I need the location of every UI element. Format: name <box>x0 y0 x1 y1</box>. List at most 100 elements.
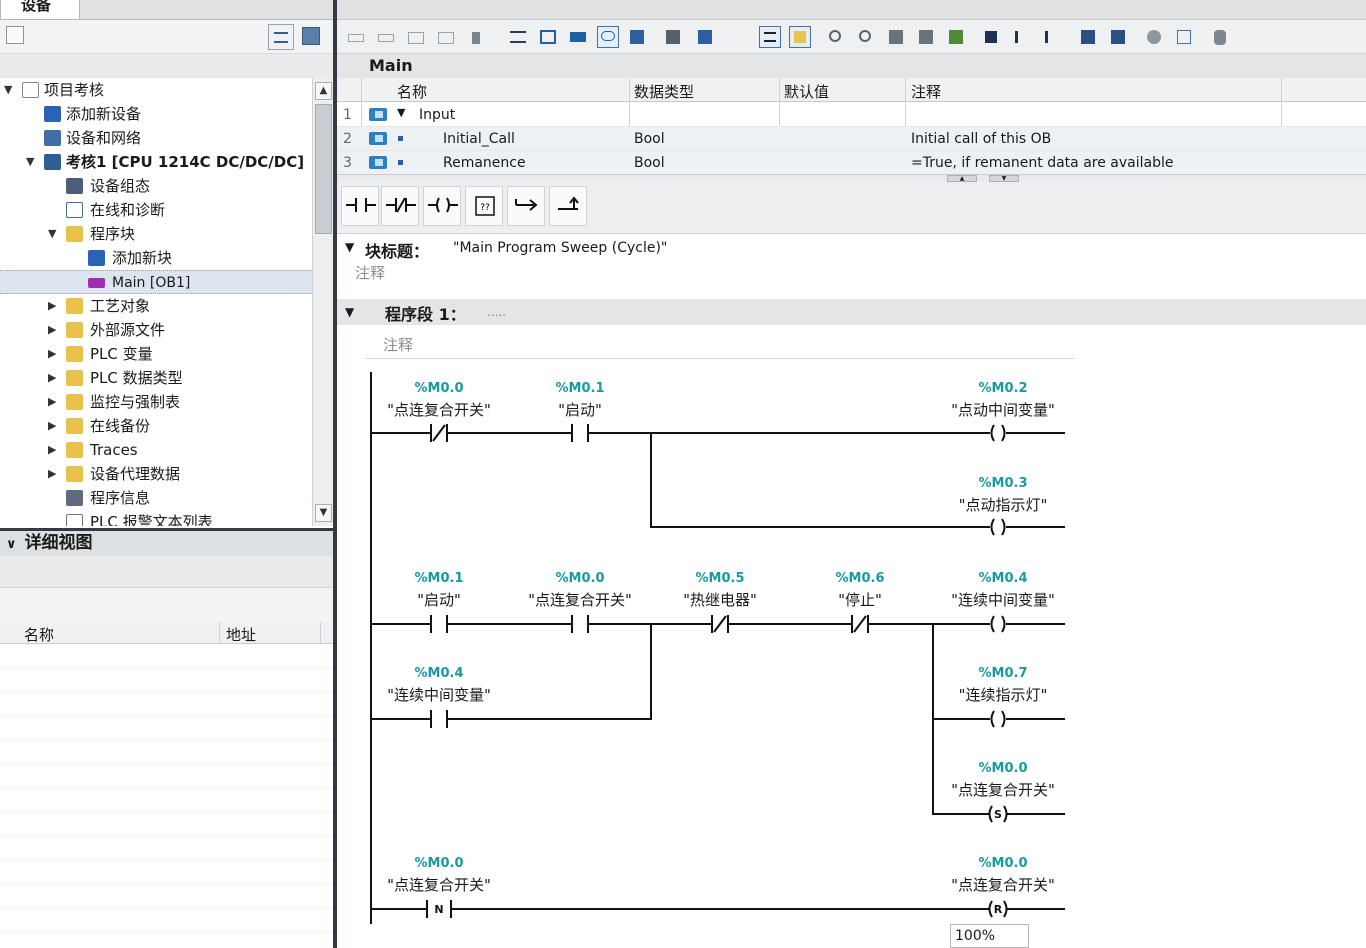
download-icon[interactable] <box>945 26 967 48</box>
block-title-value[interactable]: "Main Program Sweep (Cycle)" <box>453 240 667 256</box>
tree-item-online-diag[interactable]: 在线和诊断 <box>0 198 312 222</box>
tree-item-project[interactable]: ▼ 项目考核 <box>0 78 312 102</box>
tree-item-plc[interactable]: ▼ 考核1 [CPU 1214C DC/DC/DC] <box>0 150 312 174</box>
operand-symbol[interactable]: "点连复合开关" <box>933 874 1073 895</box>
tree-item-plc-types[interactable]: ▶ PLC 数据类型 <box>0 366 312 390</box>
collapse-icon[interactable]: ▼ <box>26 150 38 174</box>
tree-item-tech-objects[interactable]: ▶ 工艺对象 <box>0 294 312 318</box>
operand-address[interactable]: %M0.4 <box>369 666 509 681</box>
operand-symbol[interactable]: "点动指示灯" <box>933 494 1073 515</box>
favorites-icon[interactable] <box>627 26 649 48</box>
tree-item-proxy-data[interactable]: ▶ 设备代理数据 <box>0 462 312 486</box>
operand-address[interactable]: %M0.5 <box>650 571 790 586</box>
empty-box-button[interactable]: ?? <box>465 186 503 226</box>
simulation-icon[interactable] <box>1173 26 1195 48</box>
collapse-up-icon[interactable]: ▲ <box>947 175 977 182</box>
operand-symbol[interactable]: "连续中间变量" <box>933 589 1073 610</box>
network-title-value[interactable]: ..... <box>487 305 506 319</box>
operand-symbol[interactable]: "连续中间变量" <box>369 684 509 705</box>
expand-icon[interactable]: ▶ <box>48 294 60 318</box>
block-title-row[interactable]: ▼ 块标题： "Main Program Sweep (Cycle)" <box>337 236 1366 261</box>
operand-address[interactable]: %M0.0 <box>933 761 1073 776</box>
compare-icon[interactable] <box>915 26 937 48</box>
expand-all-icon[interactable] <box>507 26 529 48</box>
column-comment[interactable]: 注释 <box>911 81 941 102</box>
operand-symbol[interactable]: "点动中间变量" <box>933 399 1073 420</box>
expand-icon[interactable]: ▶ <box>48 390 60 414</box>
expand-icon[interactable]: ▶ <box>48 366 60 390</box>
collapse-all-icon[interactable] <box>537 26 559 48</box>
block-comment[interactable]: 注释 <box>355 262 385 283</box>
expand-icon[interactable]: ▶ <box>48 342 60 366</box>
expand-icon[interactable]: ▶ <box>48 414 60 438</box>
absolute-address-icon[interactable] <box>663 26 685 48</box>
coil-button[interactable] <box>423 186 461 226</box>
expand-icon[interactable]: ▶ <box>48 318 60 342</box>
tree-item-traces[interactable]: ▶ Traces <box>0 438 312 462</box>
comment-icon[interactable] <box>597 26 619 48</box>
operand-address[interactable]: %M0.3 <box>933 476 1073 491</box>
add-row-icon[interactable] <box>435 26 457 48</box>
operand-symbol[interactable]: "连续指示灯" <box>933 684 1073 705</box>
collapse-icon[interactable]: ▼ <box>4 78 16 102</box>
open-branch-button[interactable] <box>507 186 545 226</box>
tree-item-program-info[interactable]: 程序信息 <box>0 486 312 510</box>
operand-address[interactable]: %M0.0 <box>510 571 650 586</box>
tree-item-main-ob1[interactable]: Main [OB1] <box>0 270 312 294</box>
next-error-icon[interactable] <box>885 26 907 48</box>
scroll-up-icon[interactable]: ▲ <box>315 82 332 100</box>
operand-address[interactable]: %M0.2 <box>933 381 1073 396</box>
tree-item-alarm-texts[interactable]: PLC 报警文本列表 <box>0 510 312 526</box>
scroll-thumb[interactable] <box>315 104 332 234</box>
operand-address[interactable]: %M0.0 <box>369 856 509 871</box>
operand-address[interactable]: %M0.1 <box>510 381 650 396</box>
operand-address[interactable]: %M0.4 <box>933 571 1073 586</box>
collapse-icon[interactable]: ▼ <box>397 106 405 119</box>
interface-row[interactable]: 3 Remanence Bool =True, if remanent data… <box>337 151 1366 175</box>
operand-address[interactable]: %M0.0 <box>933 856 1073 871</box>
network-comment-box[interactable] <box>365 333 1075 359</box>
expand-icon[interactable]: ▶ <box>48 438 60 462</box>
symbol-info-icon[interactable] <box>695 26 717 48</box>
detail-view-header[interactable]: ∨ 详细视图 <box>0 528 333 556</box>
tree-item-external-sources[interactable]: ▶ 外部源文件 <box>0 318 312 342</box>
interface-row[interactable]: 2 Initial_Call Bool Initial call of this… <box>337 127 1366 151</box>
close-branch-button[interactable] <box>549 186 587 226</box>
operand-address[interactable]: %M0.1 <box>369 571 509 586</box>
tree-item-device-config[interactable]: 设备组态 <box>0 174 312 198</box>
jump-forward-icon[interactable] <box>1107 26 1129 48</box>
expand-down-icon[interactable]: ▼ <box>989 175 1019 182</box>
operand-symbol[interactable]: "点连复合开关" <box>933 779 1073 800</box>
chevron-down-icon[interactable]: ∨ <box>6 537 17 552</box>
collapse-icon[interactable]: ▼ <box>48 222 60 246</box>
tree-options-icon[interactable] <box>6 26 24 44</box>
operand-address[interactable]: %M0.7 <box>933 666 1073 681</box>
tab-devices[interactable]: 设备 <box>0 0 80 20</box>
operand-symbol[interactable]: "启动" <box>510 399 650 420</box>
outdent-icon[interactable] <box>1041 26 1063 48</box>
go-to-icon[interactable] <box>825 26 847 48</box>
delete-network-icon[interactable] <box>375 26 397 48</box>
column-address[interactable]: 地址 <box>226 624 256 645</box>
tree-item-watch-tables[interactable]: ▶ 监控与强制表 <box>0 390 312 414</box>
jump-back-icon[interactable] <box>1077 26 1099 48</box>
operand-symbol[interactable]: "启动" <box>369 589 509 610</box>
tree-item-online-backups[interactable]: ▶ 在线备份 <box>0 414 312 438</box>
database-icon[interactable] <box>1209 26 1231 48</box>
tree-scrollbar[interactable]: ▲ ▼ <box>312 78 333 526</box>
monitor-icon[interactable] <box>981 26 1003 48</box>
previous-error-icon[interactable] <box>855 26 877 48</box>
tree-item-add-device[interactable]: 添加新设备 <box>0 102 312 126</box>
column-default[interactable]: 默认值 <box>784 81 829 102</box>
insert-row-icon[interactable] <box>405 26 427 48</box>
tree-item-plc-tags[interactable]: ▶ PLC 变量 <box>0 342 312 366</box>
collapse-icon[interactable]: ▼ <box>345 240 354 254</box>
operand-symbol[interactable]: "停止" <box>790 589 930 610</box>
toggle-view-icon[interactable] <box>567 26 589 48</box>
operand-symbol[interactable]: "点连复合开关" <box>369 399 509 420</box>
highlight-icon[interactable] <box>789 26 811 48</box>
tree-new-icon[interactable] <box>302 27 320 45</box>
indent-icon[interactable] <box>1011 26 1033 48</box>
expand-icon[interactable]: ▶ <box>48 462 60 486</box>
interface-row[interactable]: 1 ▼ Input <box>337 103 1366 127</box>
